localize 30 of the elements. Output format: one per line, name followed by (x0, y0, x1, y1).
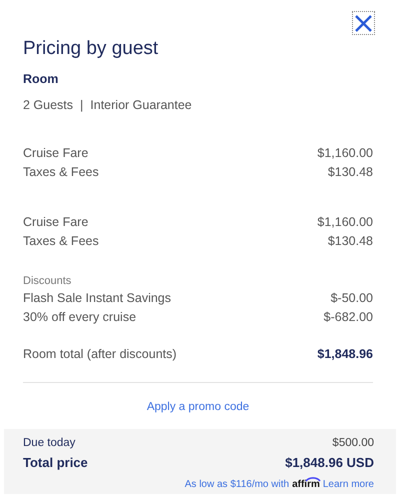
line-label: Cruise Fare (23, 144, 88, 162)
due-today-label: Due today (23, 436, 76, 450)
line-label: 30% off every cruise (23, 308, 136, 326)
total-price-label: Total price (23, 454, 88, 472)
guest-count: 2 Guests (23, 96, 74, 114)
room-category: Interior Guarantee (90, 96, 192, 114)
close-icon (354, 14, 373, 32)
line-amount: $130.48 (328, 164, 373, 180)
affirm-logo-text: affirm (292, 478, 320, 490)
discounts-heading: Discounts (23, 274, 72, 288)
dialog-title: Pricing by guest (23, 37, 160, 61)
room-total-label: Room total (after discounts) (23, 346, 177, 363)
line-amount: $1,160.00 (317, 214, 373, 230)
learn-more-link[interactable]: Learn more (322, 478, 374, 490)
financing-text: As low as $116/mo with (184, 478, 290, 490)
due-today-amount: $500.00 (332, 436, 374, 450)
line-label: Taxes & Fees (23, 232, 99, 250)
line-label: Flash Sale Instant Savings (23, 290, 171, 307)
line-amount: $130.48 (328, 232, 373, 250)
line-label: Taxes & Fees (23, 164, 99, 180)
separator: | (80, 96, 84, 114)
total-price-amount: $1,848.96 USD (285, 454, 374, 472)
room-total-amount: $1,848.96 (317, 346, 373, 362)
close-button[interactable] (352, 11, 375, 35)
line-amount: $1,160.00 (317, 144, 373, 162)
line-amount: $-50.00 (330, 290, 373, 306)
line-amount: $-682.00 (324, 308, 373, 326)
line-label: Cruise Fare (23, 214, 88, 230)
room-heading: Room (23, 71, 60, 88)
promo-code-link[interactable]: Apply a promo code (146, 399, 250, 416)
